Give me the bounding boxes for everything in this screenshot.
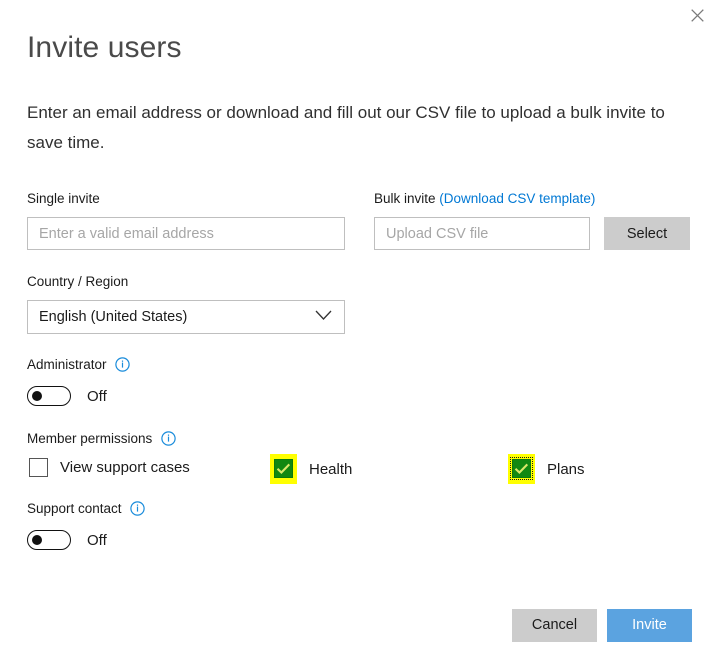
invite-button[interactable]: Invite (607, 609, 692, 642)
checkbox-label: Health (309, 460, 353, 478)
select-file-button[interactable]: Select (604, 217, 690, 250)
page-title: Invite users (27, 31, 182, 64)
checkbox-health[interactable]: Health (270, 454, 352, 484)
checkbox-plans[interactable]: Plans (508, 454, 585, 484)
member-permissions-group: Member permissions View support cases He… (27, 430, 687, 484)
support-contact-group: Support contact Off (27, 500, 146, 550)
support-contact-toggle-state: Off (87, 531, 107, 549)
checkbox-box (29, 458, 48, 477)
left-column: Single invite Country / Region English (… (27, 190, 347, 334)
info-icon[interactable] (161, 431, 176, 451)
right-column: Bulk invite (Download CSV template) Sele… (374, 190, 694, 250)
info-icon[interactable] (130, 501, 146, 521)
toggle-knob (32, 391, 42, 401)
single-invite-email-input[interactable] (27, 217, 345, 250)
checkbox-label: View support cases (60, 459, 190, 476)
member-permissions-label-text: Member permissions (27, 431, 153, 446)
footer-actions: Cancel Invite (512, 609, 692, 642)
administrator-toggle[interactable] (27, 386, 71, 406)
single-invite-label: Single invite (27, 191, 100, 206)
checkbox-view-support-cases[interactable]: View support cases (29, 458, 190, 477)
highlight-marker (270, 454, 297, 484)
country-region-select[interactable]: English (United States) (27, 300, 345, 334)
administrator-toggle-state: Off (87, 387, 107, 405)
invite-users-panel: Invite users Enter an email address or d… (25, 0, 692, 664)
administrator-label: Administrator (27, 356, 130, 377)
checkbox-box (510, 457, 533, 480)
checkbox-label: Plans (547, 460, 585, 478)
page-description: Enter an email address or download and f… (27, 103, 665, 152)
country-region-value: English (United States) (39, 309, 188, 325)
member-permissions-label: Member permissions (27, 430, 687, 451)
bulk-invite-file-input[interactable] (374, 217, 590, 250)
support-contact-toggle[interactable] (27, 530, 71, 550)
info-icon[interactable] (115, 357, 130, 377)
administrator-toggle-row: Off (27, 386, 130, 406)
support-contact-label-text: Support contact (27, 501, 122, 516)
administrator-group: Administrator Off (27, 356, 130, 406)
bulk-invite-row: Select (374, 217, 694, 250)
checkbox-box (274, 459, 293, 478)
highlight-marker (508, 454, 535, 484)
bulk-invite-label-text: Bulk invite (374, 191, 436, 206)
bulk-invite-label: Bulk invite (Download CSV template) (374, 190, 694, 208)
close-icon (690, 8, 704, 22)
country-region-label: Country / Region (27, 274, 129, 289)
chevron-down-icon (315, 309, 332, 325)
download-csv-template-link[interactable]: (Download CSV template) (439, 191, 595, 206)
administrator-label-text: Administrator (27, 357, 107, 372)
toggle-knob (32, 535, 42, 545)
support-contact-toggle-row: Off (27, 530, 145, 550)
support-contact-label: Support contact (27, 500, 146, 521)
cancel-button[interactable]: Cancel (512, 609, 597, 642)
